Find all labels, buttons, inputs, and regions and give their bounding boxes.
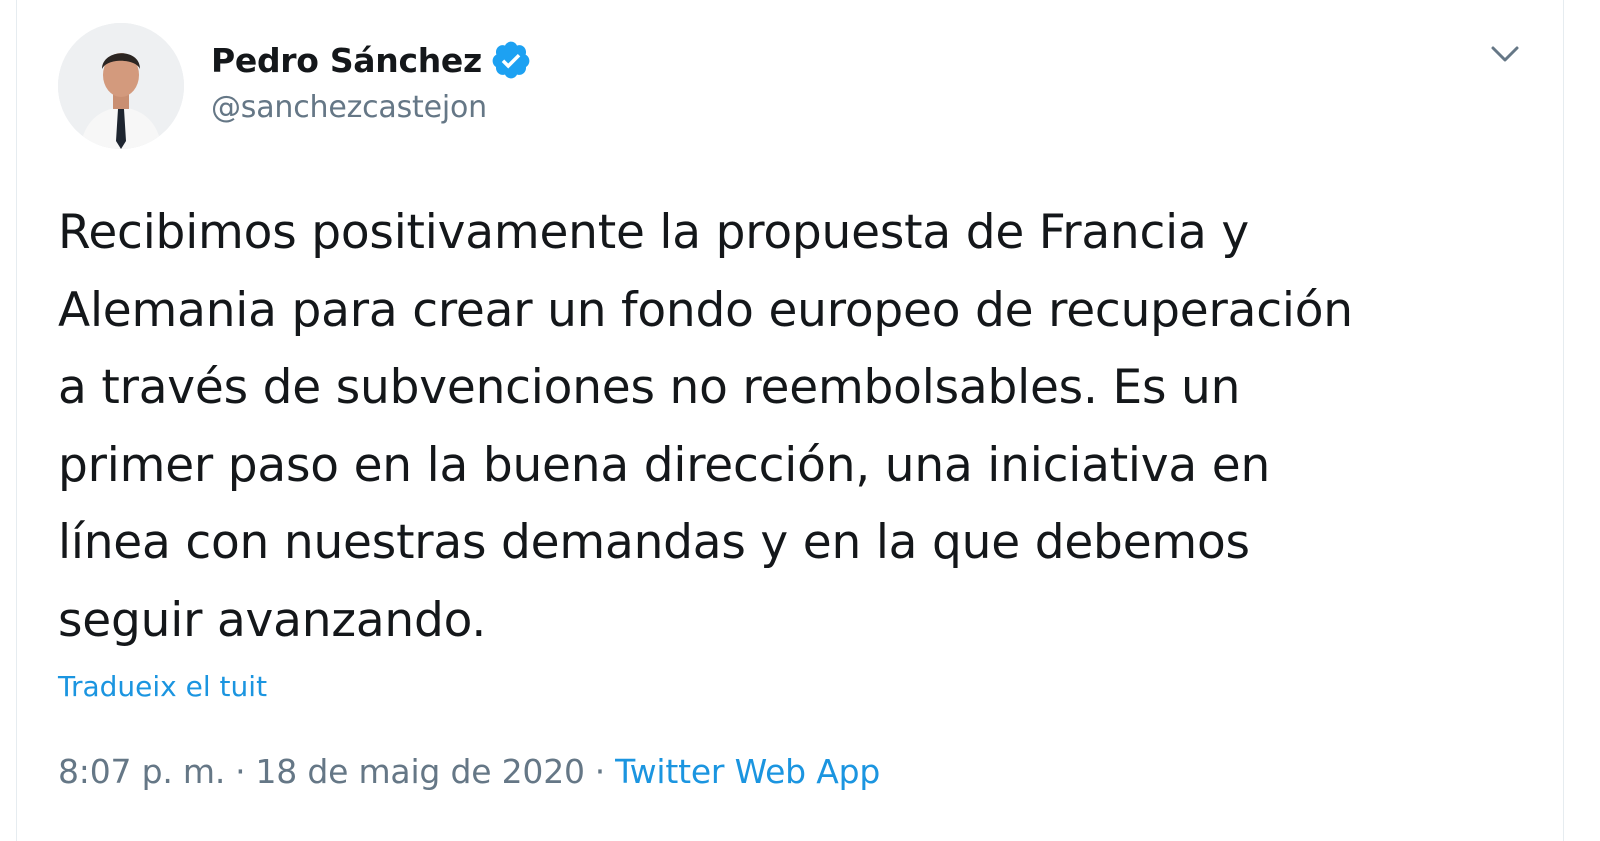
- tweet-time[interactable]: 8:07 p. m.: [58, 752, 225, 791]
- tweet-card: Pedro Sánchez @sanchezcastejon Recibimos…: [16, 0, 1564, 841]
- author-name-row[interactable]: Pedro Sánchez: [211, 38, 532, 82]
- author-display-name[interactable]: Pedro Sánchez: [211, 41, 482, 80]
- tweet-text: Recibimos positivamente la propuesta de …: [58, 205, 1353, 648]
- chevron-down-icon[interactable]: [1487, 40, 1523, 68]
- verified-badge-icon: [492, 41, 530, 79]
- tweet-metadata: 8:07 p. m. · 18 de maig de 2020 · Twitte…: [58, 752, 880, 791]
- author-handle[interactable]: @sanchezcastejon: [211, 90, 487, 125]
- avatar[interactable]: [58, 23, 184, 149]
- tweet-date[interactable]: 18 de maig de 2020: [255, 752, 585, 791]
- tweet-source-link[interactable]: Twitter Web App: [615, 752, 880, 791]
- meta-separator: ·: [594, 752, 606, 791]
- meta-separator: ·: [235, 752, 246, 791]
- translate-tweet-link[interactable]: Tradueix el tuit: [58, 670, 267, 703]
